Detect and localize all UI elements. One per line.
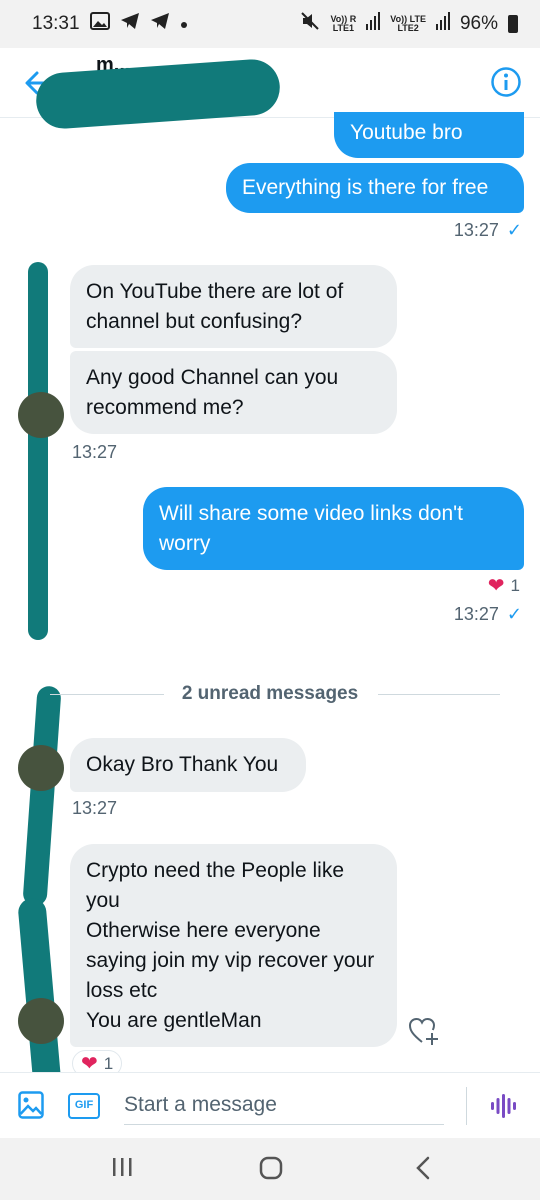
message-timestamp: 13:27 [72,442,118,462]
reaction-count: 1 [103,1053,114,1073]
heart-icon: ❤ [487,575,505,597]
sim2-network: Vo)) LTE LTE2 [390,15,426,33]
composer-separator [466,1087,467,1125]
unread-divider: 2 unread messages [40,683,500,704]
voice-icon[interactable] [490,1093,516,1124]
message-outgoing[interactable]: Youtube bro [334,112,524,158]
sim1-network: Vo)) R LTE1 [330,15,356,33]
avatar[interactable] [18,998,64,1044]
battery-percent: 96% [459,13,498,34]
image-icon[interactable] [18,1091,44,1124]
redaction-mark-1 [28,262,48,640]
gif-icon[interactable]: GIF [68,1093,100,1119]
system-nav-bar [0,1138,540,1200]
sim2-network-bottom: LTE2 [397,23,419,33]
mute-icon [300,11,320,37]
timestamp-text: 13:27 [453,220,499,240]
telegram-notification-icon [120,12,140,36]
message-timestamp: 13:27 ✓ [454,220,522,241]
battery-icon [508,15,518,33]
message-input[interactable] [124,1085,444,1125]
redaction-mark-2 [22,685,62,907]
message-incoming[interactable]: Crypto need the People like you Otherwis… [70,844,397,1047]
sim1-network-bottom: LTE1 [332,23,355,33]
telegram-notification-icon-2 [150,12,170,36]
message-outgoing[interactable]: Everything is there for free [226,163,524,213]
message-composer: GIF [0,1072,540,1138]
message-reaction[interactable]: ❤ 1 [488,573,520,598]
signal-icon-2 [435,12,450,36]
message-incoming[interactable]: Okay Bro Thank You [70,738,306,792]
gif-label: GIF [74,1099,94,1111]
status-time: 13:31 [32,13,80,34]
add-reaction-icon[interactable] [408,1016,440,1046]
message-incoming[interactable]: On YouTube there are lot of channel but … [70,265,397,348]
back-nav-icon[interactable] [414,1156,444,1182]
gallery-notification-icon [89,12,110,36]
avatar[interactable] [18,392,64,438]
home-icon[interactable] [258,1156,288,1182]
divider-line-right [378,694,500,695]
sent-check-icon: ✓ [506,604,522,624]
message-incoming[interactable]: Any good Channel can you recommend me? [70,351,397,434]
recents-icon[interactable] [110,1156,140,1182]
avatar[interactable] [18,745,64,791]
message-timestamp: 13:27 ✓ [454,604,522,625]
message-outgoing[interactable]: Will share some video links don't worry [143,487,524,570]
reaction-count: 1 [510,575,520,595]
status-bar: 13:31 Vo)) R LTE1 Vo)) LTE LTE2 96% [0,0,540,48]
sent-check-icon: ✓ [506,220,522,240]
message-timestamp: 13:27 [72,798,118,818]
more-notifications-dot-icon [180,13,188,35]
signal-icon-1 [366,12,381,36]
timestamp-text: 13:27 [453,604,499,624]
info-icon[interactable] [490,66,522,98]
